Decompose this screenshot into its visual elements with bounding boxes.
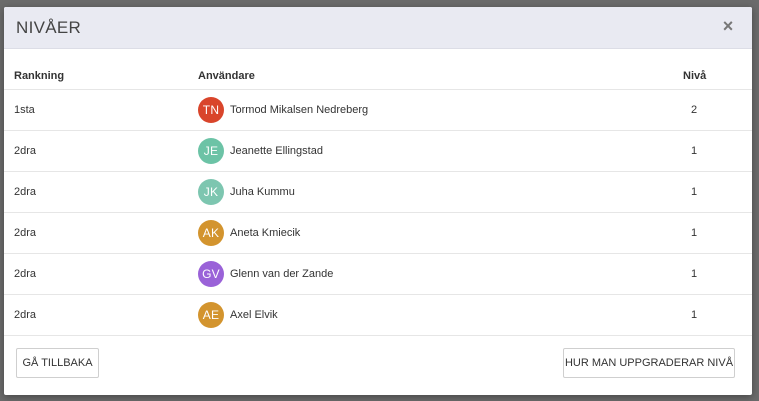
user-name: Tormod Mikalsen Nedreberg: [230, 104, 369, 116]
user-name: Jeanette Ellingstad: [230, 145, 323, 157]
header-rank: Rankning: [14, 70, 65, 82]
table-row: 2dra AK Aneta Kmiecik 1: [4, 213, 752, 254]
avatar: TN: [198, 97, 224, 123]
table-row: 2dra JK Juha Kummu 1: [4, 172, 752, 213]
table-header: Rankning Användare Nivå: [4, 49, 752, 90]
user-cell: GV Glenn van der Zande: [198, 261, 333, 287]
rank-cell: 2dra: [14, 309, 37, 321]
user-cell: JE Jeanette Ellingstad: [198, 138, 323, 164]
user-cell: AE Axel Elvik: [198, 302, 278, 328]
user-cell: JK Juha Kummu: [198, 179, 295, 205]
avatar: JE: [198, 138, 224, 164]
header-user: Användare: [198, 70, 255, 82]
user-name: Aneta Kmiecik: [230, 227, 301, 239]
rank-cell: 2dra: [14, 186, 37, 198]
modal-header: NIVÅER ×: [4, 7, 752, 49]
table-row: 2dra JE Jeanette Ellingstad 1: [4, 131, 752, 172]
user-name: Juha Kummu: [230, 186, 295, 198]
rank-cell: 2dra: [14, 145, 37, 157]
how-to-upgrade-button[interactable]: HUR MAN UPPGRADERAR NIVÅ: [563, 348, 735, 378]
level-cell: 1: [690, 145, 698, 157]
avatar: AE: [198, 302, 224, 328]
levels-table: Rankning Användare Nivå 1sta TN Tormod Mik…: [4, 49, 752, 336]
modal-title: NIVÅER: [16, 18, 82, 37]
avatar: GV: [198, 261, 224, 287]
user-name: Axel Elvik: [230, 309, 278, 321]
level-cell: 1: [690, 309, 698, 321]
avatar: AK: [198, 220, 224, 246]
close-icon[interactable]: ×: [718, 16, 738, 36]
levels-modal: NIVÅER × Rankning Användare Nivå 1sta TN T…: [4, 7, 752, 395]
back-button[interactable]: GÅ TILLBAKA: [16, 348, 99, 378]
table-row: 2dra GV Glenn van der Zande 1: [4, 254, 752, 295]
user-name: Glenn van der Zande: [230, 268, 334, 280]
rank-cell: 2dra: [14, 227, 37, 239]
level-cell: 1: [690, 268, 698, 280]
header-level: Nivå: [683, 70, 707, 82]
avatar: JK: [198, 179, 224, 205]
level-cell: 1: [690, 186, 698, 198]
user-cell: TN Tormod Mikalsen Nedreberg: [198, 97, 368, 123]
level-cell: 2: [690, 104, 698, 116]
rank-cell: 2dra: [14, 268, 37, 280]
user-cell: AK Aneta Kmiecik: [198, 220, 300, 246]
table-row: 1sta TN Tormod Mikalsen Nedreberg 2: [4, 90, 752, 131]
level-cell: 1: [690, 227, 698, 239]
rank-cell: 1sta: [14, 104, 35, 116]
table-row: 2dra AE Axel Elvik 1: [4, 295, 752, 336]
